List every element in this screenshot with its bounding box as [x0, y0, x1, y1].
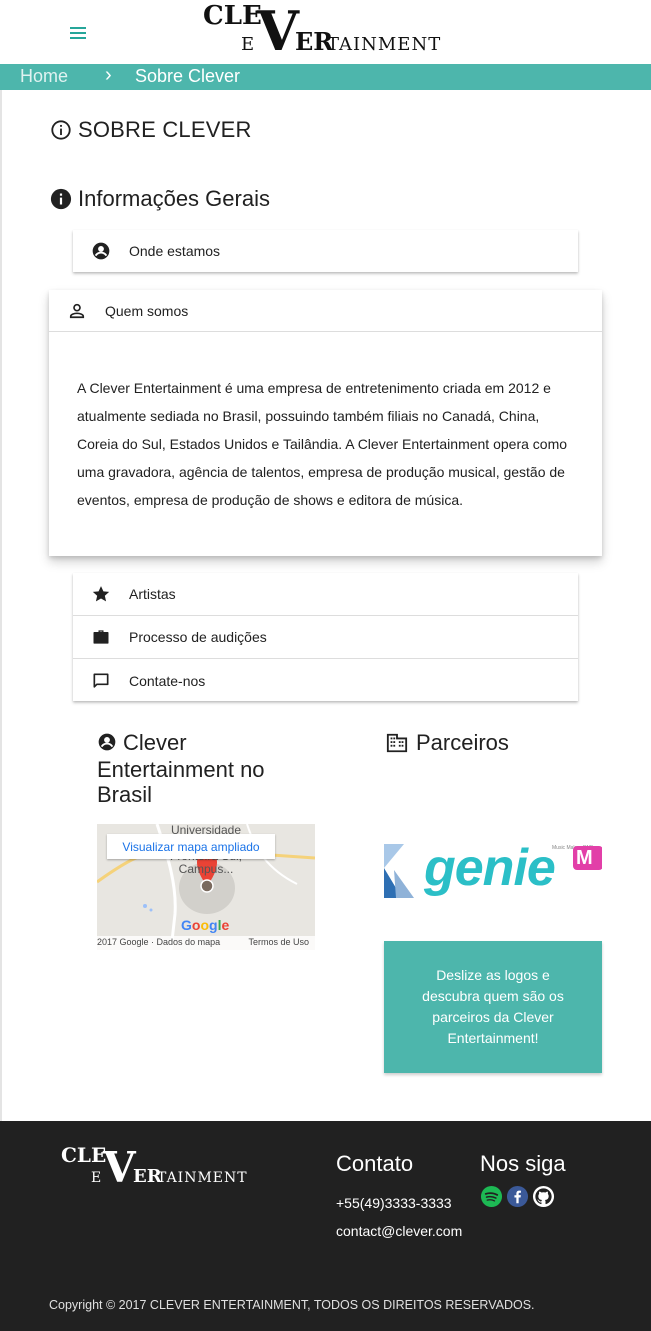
collapsible-label: Onde estamos: [129, 243, 221, 259]
map-enlarge-button[interactable]: Visualizar mapa ampliado: [107, 834, 275, 859]
svg-text:E: E: [91, 1170, 101, 1186]
parceiros-section-title: Parceiros: [386, 730, 509, 756]
parceiros-title-text: Parceiros: [416, 730, 509, 755]
collapsible-audicoes[interactable]: Processo de audições: [73, 616, 578, 659]
breadcrumb-home-link[interactable]: Home: [20, 66, 68, 87]
map-copyright: 2017 Google · Dados do mapa: [97, 937, 221, 947]
collapsible-label: Processo de audições: [129, 629, 267, 645]
partners-info-text: Deslize as logos e descubra quem são os …: [422, 967, 564, 1046]
brasil-section-title: Clever Entertainment no Brasil: [97, 730, 317, 807]
footer-contato-title: Contato: [336, 1151, 414, 1176]
collapsible-contate[interactable]: Contate-nos: [73, 659, 578, 702]
svg-text:V: V: [102, 1143, 137, 1187]
collapsible-label: Quem somos: [105, 302, 189, 319]
info-outline-icon: [51, 120, 71, 140]
collapsible-label: Artistas: [129, 586, 176, 602]
footer-brand-logo: CLE V E ER TAINMENT: [61, 1143, 256, 1192]
facebook-icon[interactable]: [506, 1185, 529, 1208]
collapsible-body-text: A Clever Entertainment é uma empresa de …: [77, 380, 568, 508]
spotify-icon[interactable]: [480, 1185, 503, 1208]
map-terms-link[interactable]: Termos de Uso: [248, 937, 309, 947]
footer-siga-title: Nos siga: [480, 1151, 566, 1176]
footer-email[interactable]: contact@clever.com: [336, 1223, 462, 1239]
menu-button[interactable]: [66, 22, 92, 44]
page-title: SOBRE CLEVER: [50, 117, 252, 143]
svg-text:CLE: CLE: [61, 1143, 106, 1167]
info-icon: [50, 188, 72, 210]
breadcrumb-separator: ›: [105, 64, 112, 86]
partners-info-card: Deslize as logos e descubra quem são os …: [384, 941, 602, 1073]
genie-k-mark-icon: [384, 844, 414, 898]
section-title-text: Informações Gerais: [78, 186, 270, 211]
map-attribution: 2017 Google · Dados do mapa Termos de Us…: [97, 936, 315, 950]
github-icon[interactable]: [532, 1185, 555, 1208]
collapsible-artistas[interactable]: Artistas: [73, 573, 578, 616]
embedded-map[interactable]: Universidade Federal da Fronteira Sul, C…: [97, 824, 315, 950]
collapsible-quem-somos: Quem somos A Clever Entertainment é uma …: [49, 290, 602, 556]
partner-logo-carousel[interactable]: genie Music Makes ONE M: [384, 838, 602, 902]
brand-logo[interactable]: CLE V E ER TAINMENT: [203, 0, 453, 56]
svg-text:E: E: [241, 34, 254, 55]
svg-text:TAINMENT: TAINMENT: [157, 1170, 248, 1186]
footer-copyright: Copyright © 2017 CLEVER ENTERTAINMENT, T…: [49, 1298, 535, 1312]
collapsible-header-quem-somos[interactable]: Quem somos: [49, 290, 602, 332]
account-circle-icon: [97, 732, 117, 757]
business-icon: [386, 733, 408, 753]
top-navbar: CLE V E ER TAINMENT: [0, 0, 651, 64]
person-outline-icon: [65, 299, 89, 323]
page-footer: CLE V E ER TAINMENT Contato +55(49)3333-…: [0, 1121, 651, 1331]
partner-mnet-logo: M: [573, 846, 602, 870]
account-circle-icon: [89, 239, 113, 263]
page-title-text: SOBRE CLEVER: [78, 117, 252, 142]
svg-text:CLE: CLE: [203, 1, 262, 31]
collapsible-label: Contate-nos: [129, 672, 206, 689]
briefcase-icon: [89, 625, 113, 649]
footer-phone[interactable]: +55(49)3333-3333: [336, 1195, 452, 1211]
map-google-logo: Google: [181, 917, 230, 933]
star-icon: [89, 582, 113, 606]
breadcrumb-current[interactable]: Sobre Clever: [135, 66, 240, 87]
svg-text:TAINMENT: TAINMENT: [327, 34, 441, 55]
brasil-title-text: Clever Entertainment no Brasil: [97, 730, 265, 807]
section-title: Informações Gerais: [50, 186, 270, 212]
collapsible-onde-estamos[interactable]: Onde estamos: [73, 230, 578, 272]
partner-genie-word: genie: [424, 839, 556, 897]
svg-text:V: V: [256, 0, 300, 56]
footer-social-links: [480, 1185, 555, 1208]
breadcrumb: Home › Sobre Clever: [0, 64, 651, 90]
collapsible-group: Artistas Processo de audições Contate-no…: [73, 573, 578, 701]
chat-bubble-outline-icon: [89, 669, 113, 693]
left-edge-rule: [0, 0, 2, 1121]
menu-icon: [70, 27, 86, 39]
